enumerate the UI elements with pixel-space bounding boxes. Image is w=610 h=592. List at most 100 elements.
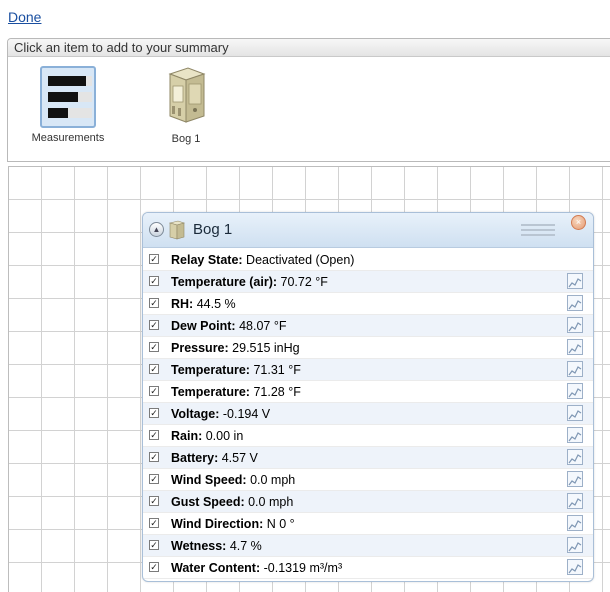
measurement-value: 0.0 mph: [250, 473, 296, 487]
graph-icon[interactable]: [567, 361, 583, 377]
measurement-value: 48.07 °F: [239, 319, 287, 333]
row-text: Wind Direction: N 0 °: [171, 513, 295, 535]
measurement-label: Wind Direction:: [171, 517, 264, 531]
measurement-row: ✓ RH: 44.5 %: [143, 293, 593, 315]
measurement-row: ✓ Temperature: 71.31 °F: [143, 359, 593, 381]
row-checkbox[interactable]: ✓: [149, 386, 159, 396]
measurement-row: ✓ Rain: 0.00 in: [143, 425, 593, 447]
palette-item-bog-1[interactable]: Bog 1: [156, 66, 216, 145]
palette-item-label: Measurements: [31, 132, 105, 144]
measurement-label: Wind Speed:: [171, 473, 247, 487]
graph-icon[interactable]: [567, 515, 583, 531]
measurement-row: ✓ Wind Speed: 0.0 mph: [143, 469, 593, 491]
graph-icon[interactable]: [567, 559, 583, 575]
row-checkbox[interactable]: ✓: [149, 364, 159, 374]
measurement-label: Water Content:: [171, 561, 261, 575]
measurement-list: ✓ Relay State: Deactivated (Open) ✓ Tempera…: [143, 249, 593, 579]
measurement-label: RH:: [171, 297, 194, 311]
measurement-row: ✓ Voltage: -0.194 V: [143, 403, 593, 425]
panel-header[interactable]: ▲ Bog 1 ×: [143, 213, 593, 248]
palette-item-measurements[interactable]: Measurements: [28, 66, 108, 144]
measurement-row: ✓ Pressure: 29.515 inHg: [143, 337, 593, 359]
row-text: Temperature: 71.28 °F: [171, 381, 301, 403]
row-checkbox[interactable]: ✓: [149, 254, 159, 264]
close-icon[interactable]: ×: [571, 215, 586, 230]
device-icon: [168, 220, 186, 240]
row-checkbox[interactable]: ✓: [149, 540, 159, 550]
graph-icon[interactable]: [567, 339, 583, 355]
measurement-label: Wetness:: [171, 539, 227, 553]
measurement-label: Temperature:: [171, 363, 250, 377]
graph-icon[interactable]: [567, 449, 583, 465]
graph-icon[interactable]: [567, 471, 583, 487]
measurement-value: 71.28 °F: [253, 385, 301, 399]
graph-icon[interactable]: [567, 537, 583, 553]
row-checkbox[interactable]: ✓: [149, 408, 159, 418]
row-text: Wind Speed: 0.0 mph: [171, 469, 295, 491]
panel-title: Bog 1: [193, 221, 233, 238]
row-text: Temperature: 71.31 °F: [171, 359, 301, 381]
measurement-label: Rain:: [171, 429, 203, 443]
measurement-value: -0.194 V: [222, 407, 271, 421]
measurement-label: Voltage:: [171, 407, 220, 421]
measurement-value: 71.31 °F: [253, 363, 301, 377]
measurement-label: Gust Speed:: [171, 495, 245, 509]
row-checkbox[interactable]: ✓: [149, 474, 159, 484]
row-checkbox[interactable]: ✓: [149, 496, 159, 506]
measurement-row: ✓ Battery: 4.57 V: [143, 447, 593, 469]
graph-icon[interactable]: [567, 405, 583, 421]
measurement-label: Temperature:: [171, 385, 250, 399]
measurement-value: 70.72 °F: [280, 275, 328, 289]
measurement-row: ✓ Gust Speed: 0.0 mph: [143, 491, 593, 513]
row-text: Gust Speed: 0.0 mph: [171, 491, 293, 513]
measurement-row: ✓ Wetness: 4.7 %: [143, 535, 593, 557]
row-checkbox[interactable]: ✓: [149, 562, 159, 572]
done-link[interactable]: Done: [8, 9, 41, 25]
measurement-label: Battery:: [171, 451, 219, 465]
graph-icon[interactable]: [567, 493, 583, 509]
device-panel: ▲ Bog 1 × ✓ Relay State: Deactivated (Ope…: [142, 212, 594, 582]
row-text: Battery: 4.57 V: [171, 447, 258, 469]
add-item-palette: Click an item to add to your summary Mea…: [7, 38, 610, 162]
row-checkbox[interactable]: ✓: [149, 298, 159, 308]
measurement-value: 44.5 %: [196, 297, 236, 311]
measurement-label: Relay State:: [171, 253, 243, 267]
row-text: Water Content: -0.1319 m³/m³: [171, 557, 342, 579]
measurement-row: ✓ Water Content: -0.1319 m³/m³: [143, 557, 593, 579]
row-checkbox[interactable]: ✓: [149, 518, 159, 528]
measurements-icon: [40, 66, 96, 128]
drag-handle-icon[interactable]: [521, 224, 555, 236]
row-text: Temperature (air): 70.72 °F: [171, 271, 328, 293]
measurement-value: 0.0 mph: [248, 495, 294, 509]
row-checkbox[interactable]: ✓: [149, 452, 159, 462]
measurement-value: Deactivated (Open): [246, 253, 355, 267]
measurement-row: ✓ Temperature: 71.28 °F: [143, 381, 593, 403]
collapse-icon[interactable]: ▲: [149, 222, 164, 237]
row-text: Voltage: -0.194 V: [171, 403, 270, 425]
graph-icon[interactable]: [567, 427, 583, 443]
graph-icon[interactable]: [567, 317, 583, 333]
measurement-label: Pressure:: [171, 341, 229, 355]
row-checkbox[interactable]: ✓: [149, 276, 159, 286]
row-text: Pressure: 29.515 inHg: [171, 337, 300, 359]
graph-icon[interactable]: [567, 295, 583, 311]
row-text: Dew Point: 48.07 °F: [171, 315, 286, 337]
row-text: RH: 44.5 %: [171, 293, 236, 315]
measurement-value: 4.57 V: [221, 451, 258, 465]
measurement-value: 0.00 in: [205, 429, 244, 443]
measurement-value: -0.1319 m³/m³: [263, 561, 343, 575]
graph-icon[interactable]: [567, 273, 583, 289]
palette-header: Click an item to add to your summary: [8, 39, 610, 57]
row-checkbox[interactable]: ✓: [149, 430, 159, 440]
palette-item-label: Bog 1: [171, 133, 201, 145]
graph-icon[interactable]: [567, 383, 583, 399]
measurement-label: Dew Point:: [171, 319, 236, 333]
row-checkbox[interactable]: ✓: [149, 342, 159, 352]
row-text: Relay State: Deactivated (Open): [171, 249, 354, 271]
measurement-row: ✓ Wind Direction: N 0 °: [143, 513, 593, 535]
measurement-row: ✓ Dew Point: 48.07 °F: [143, 315, 593, 337]
row-checkbox[interactable]: ✓: [149, 320, 159, 330]
device-icon: [168, 67, 206, 123]
row-text: Wetness: 4.7 %: [171, 535, 262, 557]
measurement-row: ✓ Relay State: Deactivated (Open): [143, 249, 593, 271]
